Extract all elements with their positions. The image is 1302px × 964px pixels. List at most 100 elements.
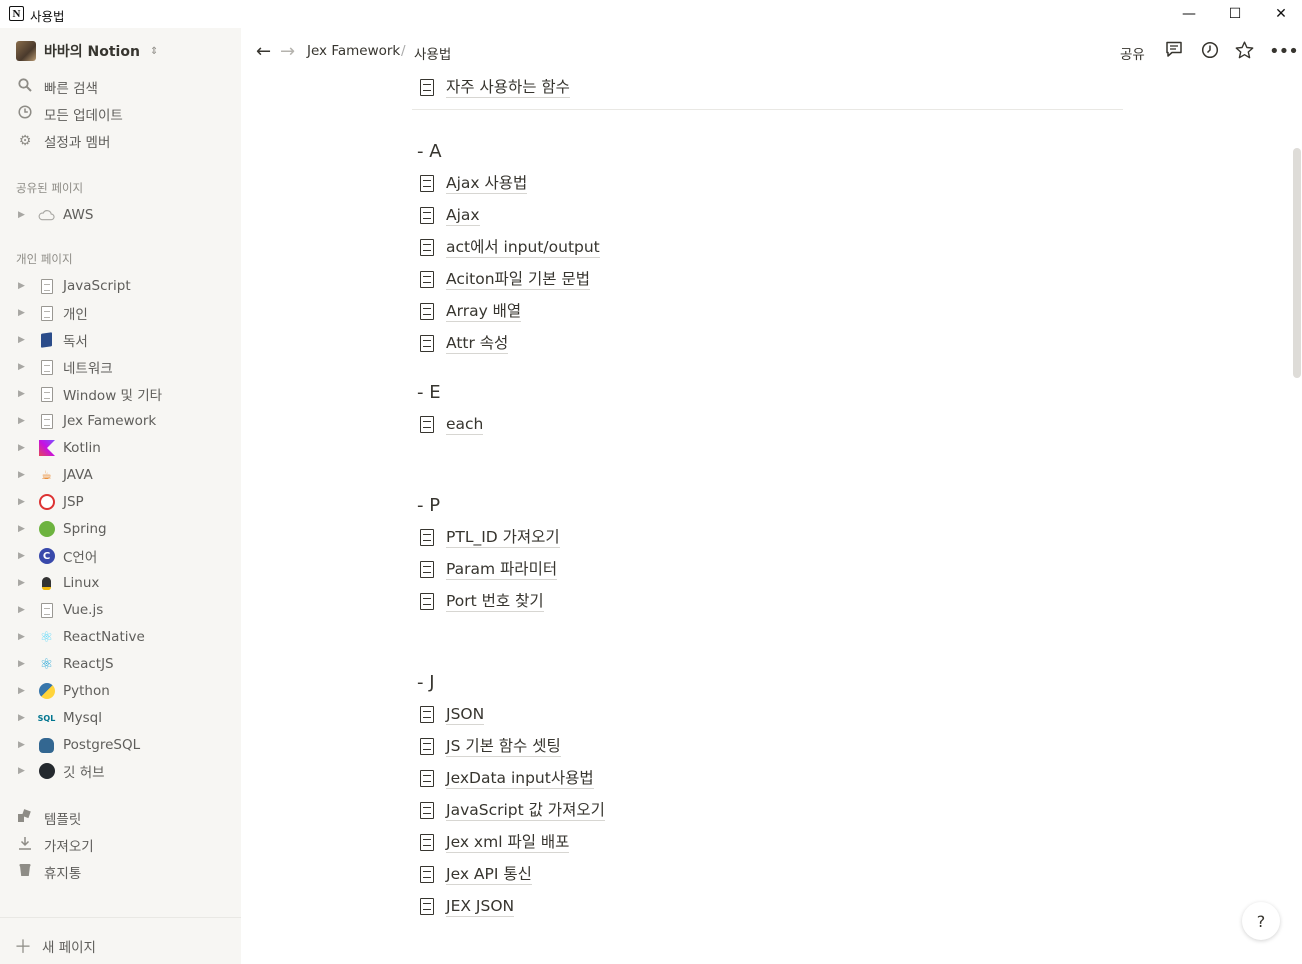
back-arrow-icon[interactable]: ← [256,41,271,62]
page-link[interactable]: JavaScript 값 가져오기 [446,800,605,821]
sidebar-item-reading[interactable]: ▶ 독서 [18,329,88,351]
expand-arrow-icon[interactable]: ▶ [18,416,32,426]
all-updates-button[interactable]: 모든 업데이트 [16,103,123,125]
expand-arrow-icon[interactable]: ▶ [18,578,32,588]
expand-arrow-icon[interactable]: ▶ [18,551,32,561]
help-button[interactable]: ? [1242,902,1280,940]
page-link[interactable]: JexData input사용법 [446,768,594,789]
star-icon[interactable] [1235,41,1254,64]
expand-arrow-icon[interactable]: ▶ [18,210,32,220]
expand-arrow-icon[interactable]: ▶ [18,686,32,696]
expand-arrow-icon[interactable]: ▶ [18,524,32,534]
expand-arrow-icon[interactable]: ▶ [18,497,32,507]
trash-button[interactable]: 휴지통 [16,861,81,883]
sidebar-item-postgresql[interactable]: ▶ PostgreSQL [18,734,140,756]
share-button[interactable]: 공유 [1120,43,1145,63]
page-link[interactable]: Aciton파일 기본 문법 [446,269,590,290]
page-link-row[interactable]: JexData input사용법 [417,764,594,792]
page-link-row[interactable]: Aciton파일 기본 문법 [417,265,590,293]
page-link-row[interactable]: JavaScript 값 가져오기 [417,796,605,824]
forward-arrow-icon[interactable]: → [280,41,295,62]
sidebar-item-personal[interactable]: ▶ 개인 [18,302,88,324]
import-button[interactable]: 가져오기 [16,834,94,856]
history-icon[interactable] [1201,41,1219,64]
page-link-row[interactable]: Attr 속성 [417,329,509,357]
sidebar-item-linux[interactable]: ▶ Linux [18,572,99,594]
sidebar-item-react-native[interactable]: ▶ ⚛ ReactNative [18,626,145,648]
maximize-button[interactable]: ☐ [1212,0,1258,28]
templates-button[interactable]: 템플릿 [16,807,81,829]
page-link[interactable]: 자주 사용하는 함수 [446,77,570,98]
notion-logo-icon: N [9,6,24,21]
sidebar-item-kotlin[interactable]: ▶ Kotlin [18,437,101,459]
sidebar-item-c-lang[interactable]: ▶ C C언어 [18,545,97,567]
comment-icon[interactable] [1165,41,1183,63]
sidebar-item-jex-famework[interactable]: ▶ Jex Famework [18,410,156,432]
page-link[interactable]: Ajax [446,205,480,226]
settings-members-button[interactable]: ⚙ 설정과 멤버 [16,130,111,152]
breadcrumb-current-page[interactable]: 사용법 [414,43,451,63]
expand-arrow-icon[interactable]: ▶ [18,740,32,750]
sidebar-item-reactjs[interactable]: ▶ ⚛ ReactJS [18,653,114,675]
page-link-row[interactable]: JEX JSON [417,892,515,920]
scrollbar-thumb[interactable] [1293,148,1301,378]
quick-search-button[interactable]: 빠른 검색 [16,76,98,98]
expand-arrow-icon[interactable]: ▶ [18,632,32,642]
expand-arrow-icon[interactable]: ▶ [18,659,32,669]
expand-arrow-icon[interactable]: ▶ [18,389,32,399]
page-link[interactable]: Attr 속성 [446,333,509,354]
page-link[interactable]: JEX JSON [446,896,515,917]
page-link[interactable]: Ajax 사용법 [446,173,528,194]
new-page-button[interactable]: ＋ 새 페이지 [14,933,96,959]
page-link[interactable]: JS 기본 함수 셋팅 [446,736,561,757]
sidebar-item-vuejs[interactable]: ▶ Vue.js [18,599,103,621]
page-link-row[interactable]: PTL_ID 가져오기 [417,523,560,551]
page-link-row[interactable]: Ajax [417,201,480,229]
close-button[interactable]: ✕ [1258,0,1302,28]
expand-arrow-icon[interactable]: ▶ [18,308,32,318]
page-link[interactable]: Port 번호 찾기 [446,591,544,612]
sidebar-item-mysql[interactable]: ▶ SQL Mysql [18,707,102,729]
sidebar-item-javascript[interactable]: ▶ JavaScript [18,275,131,297]
minimize-button[interactable]: — [1166,0,1212,28]
workspace-switcher[interactable]: 바바의 Notion ⇕ [16,41,158,61]
page-link-row[interactable]: JS 기본 함수 셋팅 [417,732,561,760]
expand-arrow-icon[interactable]: ▶ [18,766,32,776]
sidebar-item-spring[interactable]: ▶ Spring [18,518,107,540]
sidebar-item-aws[interactable]: ▶ AWS [18,204,93,226]
page-link-row[interactable]: Port 번호 찾기 [417,587,544,615]
sidebar-item-java[interactable]: ▶ ☕ JAVA [18,464,93,486]
page-link-row[interactable]: act에서 input/output [417,233,600,261]
expand-arrow-icon[interactable]: ▶ [18,470,32,480]
more-options-icon[interactable]: ••• [1269,41,1299,62]
page-link-row[interactable]: 자주 사용하는 함수 [417,74,570,101]
page-link[interactable]: Jex xml 파일 배포 [446,832,570,853]
expand-arrow-icon[interactable]: ▶ [18,362,32,372]
page-link-row[interactable]: Jex xml 파일 배포 [417,828,570,856]
sidebar-item-network[interactable]: ▶ 네트워크 [18,356,113,378]
page-link[interactable]: PTL_ID 가져오기 [446,527,560,548]
github-icon [38,763,55,780]
sidebar-item-github[interactable]: ▶ 깃 허브 [18,760,105,782]
expand-arrow-icon[interactable]: ▶ [18,281,32,291]
page-link[interactable]: each [446,414,484,435]
sidebar-item-window[interactable]: ▶ Window 및 기타 [18,383,162,405]
page-link-row[interactable]: each [417,410,484,438]
page-link-row[interactable]: Ajax 사용법 [417,169,528,197]
page-link[interactable]: Param 파라미터 [446,559,558,580]
expand-arrow-icon[interactable]: ▶ [18,443,32,453]
breadcrumb-jex-famework[interactable]: Jex Famework [307,43,400,59]
expand-arrow-icon[interactable]: ▶ [18,605,32,615]
page-link[interactable]: Array 배열 [446,301,522,322]
page-link[interactable]: act에서 input/output [446,237,600,258]
sidebar-item-python[interactable]: ▶ Python [18,680,110,702]
page-link-row[interactable]: Array 배열 [417,297,522,325]
expand-arrow-icon[interactable]: ▶ [18,335,32,345]
page-link[interactable]: Jex API 통신 [446,864,532,885]
page-link-row[interactable]: Param 파라미터 [417,555,558,583]
expand-arrow-icon[interactable]: ▶ [18,713,32,723]
page-link-row[interactable]: Jex API 통신 [417,860,532,888]
page-link[interactable]: JSON [446,704,485,725]
page-link-row[interactable]: JSON [417,700,485,728]
sidebar-item-jsp[interactable]: ▶ JSP [18,491,84,513]
